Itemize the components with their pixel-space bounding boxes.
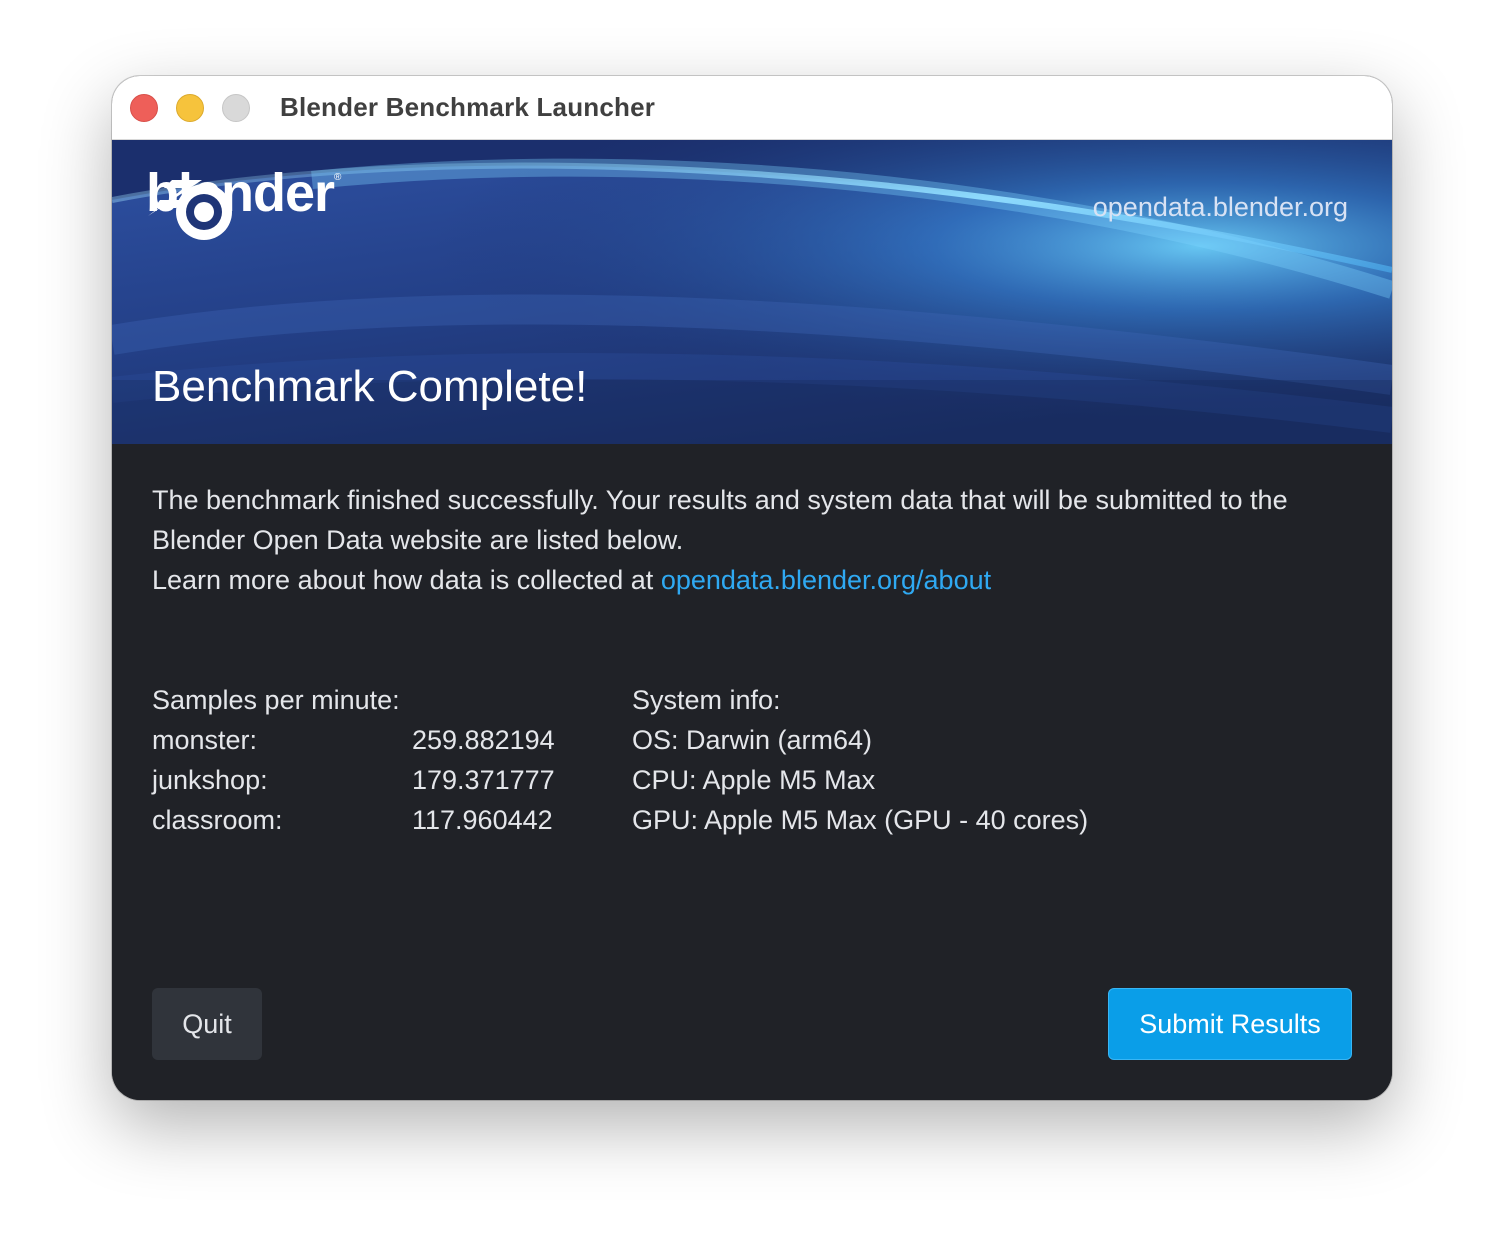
minimize-window-icon[interactable] [176,94,204,122]
result-value-classroom: 117.960442 [412,805,553,835]
system-cpu: CPU: Apple M5 Max [632,765,876,795]
registered-mark: ® [334,172,342,183]
system-info-heading: System info: [632,685,781,715]
system-info: System info: OS: Darwin (arm64) CPU: App… [632,680,1088,840]
result-name-monster: monster: [152,725,258,755]
intro-line-1: The benchmark finished successfully. You… [152,485,1288,515]
blender-logo: blender ® [144,166,342,240]
about-link[interactable]: opendata.blender.org/about [661,565,991,595]
page-title: Benchmark Complete! [152,362,588,411]
blender-logo-icon [148,180,232,240]
intro-line-2: Blender Open Data website are listed bel… [152,525,684,555]
result-name-junkshop: junkshop: [152,765,268,795]
main-content: The benchmark finished successfully. You… [112,444,1392,1100]
quit-button[interactable]: Quit [152,988,262,1060]
launcher-window: Blender Benchmark Launcher blender ® ope… [112,76,1392,1100]
results-labels: Samples per minute: monster: junkshop: c… [152,680,400,840]
system-os: OS: Darwin (arm64) [632,725,873,755]
title-bar[interactable]: Blender Benchmark Launcher [112,76,1392,140]
system-gpu: GPU: Apple M5 Max (GPU - 40 cores) [632,805,1089,835]
result-value-monster: 259.882194 [412,725,555,755]
result-value-junkshop: 179.371777 [412,765,555,795]
close-window-icon[interactable] [130,94,158,122]
samples-heading: Samples per minute: [152,685,400,715]
result-name-classroom: classroom: [152,805,283,835]
header-banner: blender ® opendata.blender.org Benchmark… [112,140,1392,444]
window-title: Blender Benchmark Launcher [280,92,656,122]
zoom-window-icon[interactable] [222,94,250,122]
desktop: Blender Benchmark Launcher blender ® ope… [0,0,1504,1248]
results-values: 259.882194 179.371777 117.960442 [412,720,555,840]
learn-more-text: Learn more about how data is collected a… [152,565,661,595]
opendata-site-link[interactable]: opendata.blender.org [1093,192,1348,223]
submit-results-button[interactable]: Submit Results [1108,988,1352,1060]
intro-text: The benchmark finished successfully. You… [152,480,1352,600]
intro-line-3: Learn more about how data is collected a… [152,560,1352,600]
